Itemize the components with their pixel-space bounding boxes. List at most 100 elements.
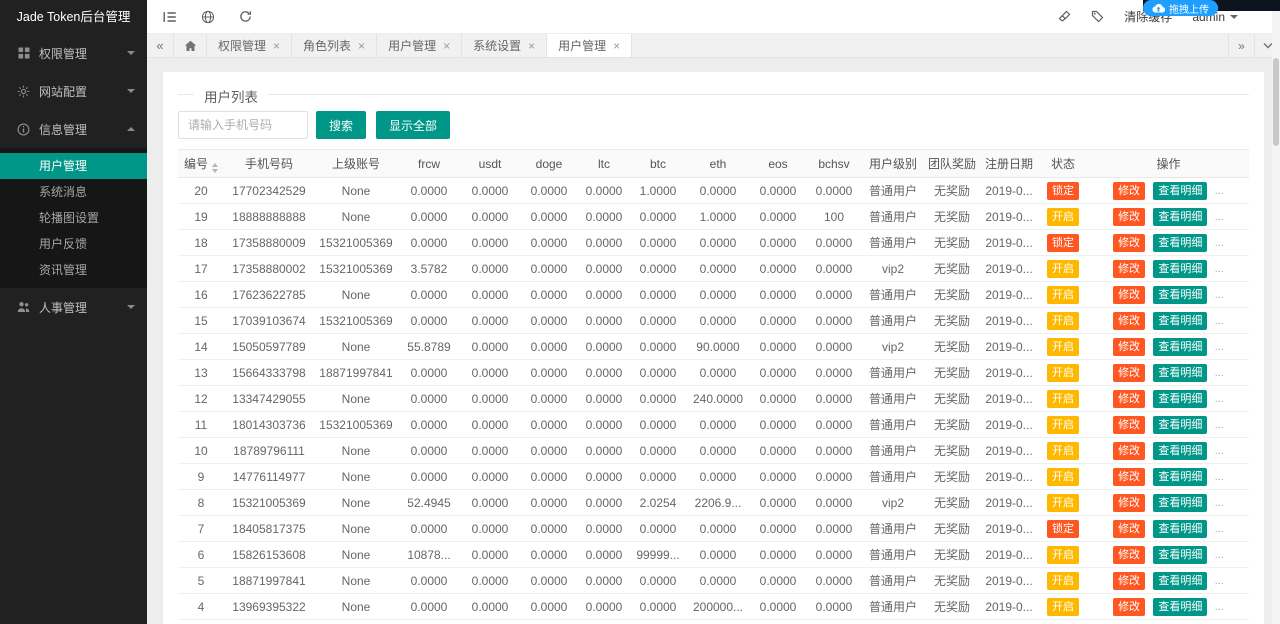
edit-button[interactable]: 修改: [1113, 520, 1145, 538]
view-detail-button[interactable]: 查看明细: [1153, 546, 1207, 564]
sort-icon[interactable]: [212, 163, 218, 173]
submenu-item-user-management[interactable]: 用户管理: [0, 153, 147, 179]
close-icon[interactable]: ×: [528, 40, 535, 52]
edit-button[interactable]: 修改: [1113, 260, 1145, 278]
status-button[interactable]: 开启: [1047, 286, 1079, 304]
tabs-scroll-left-button[interactable]: «: [147, 34, 173, 57]
status-button[interactable]: 开启: [1047, 338, 1079, 356]
status-button[interactable]: 开启: [1047, 494, 1079, 512]
view-detail-button[interactable]: 查看明细: [1153, 494, 1207, 512]
status-button[interactable]: 开启: [1047, 260, 1079, 278]
close-icon[interactable]: ×: [613, 40, 620, 52]
sidebar-item-permissions[interactable]: 权限管理: [0, 34, 147, 72]
close-icon[interactable]: ×: [273, 40, 280, 52]
show-all-button[interactable]: 显示全部: [376, 111, 450, 139]
status-button[interactable]: 开启: [1047, 468, 1079, 486]
view-detail-button[interactable]: 查看明细: [1153, 416, 1207, 434]
cell-frcw: 0.0000: [398, 204, 460, 230]
status-button[interactable]: 开启: [1047, 208, 1079, 226]
close-icon[interactable]: ×: [443, 40, 450, 52]
view-detail-button[interactable]: 查看明细: [1153, 286, 1207, 304]
cell-btc: 0.0000: [630, 360, 686, 386]
status-button[interactable]: 锁定: [1047, 234, 1079, 252]
edit-button[interactable]: 修改: [1113, 494, 1145, 512]
scrollbar-thumb[interactable]: [1273, 58, 1279, 146]
sidebar-item-info-management[interactable]: 信息管理: [0, 110, 147, 148]
edit-button[interactable]: 修改: [1113, 364, 1145, 382]
refresh-icon[interactable]: [239, 10, 252, 23]
cell-ltc: 0.0000: [578, 568, 630, 594]
cell-eth: 0.0000: [686, 178, 750, 204]
sidebar-item-site-config[interactable]: 网站配置: [0, 72, 147, 110]
cell-phone: 17702342529: [224, 178, 314, 204]
view-detail-button[interactable]: 查看明细: [1153, 338, 1207, 356]
vertical-scrollbar[interactable]: [1272, 0, 1280, 624]
edit-button[interactable]: 修改: [1113, 598, 1145, 616]
tab-role-list[interactable]: 角色列表 ×: [292, 34, 377, 57]
submenu-item-system-messages[interactable]: 系统消息: [0, 179, 147, 205]
edit-button[interactable]: 修改: [1113, 312, 1145, 330]
view-detail-button[interactable]: 查看明细: [1153, 598, 1207, 616]
view-detail-button[interactable]: 查看明细: [1153, 260, 1207, 278]
edit-button[interactable]: 修改: [1113, 572, 1145, 590]
column-header[interactable]: 编号: [178, 150, 224, 178]
close-icon[interactable]: ×: [358, 40, 365, 52]
status-button[interactable]: 开启: [1047, 598, 1079, 616]
phone-search-input[interactable]: [178, 111, 308, 139]
collapse-sidebar-icon[interactable]: [163, 11, 177, 23]
status-button[interactable]: 锁定: [1047, 520, 1079, 538]
tabs-scroll-right-button[interactable]: »: [1228, 34, 1254, 57]
view-detail-button[interactable]: 查看明细: [1153, 312, 1207, 330]
view-detail-button[interactable]: 查看明细: [1153, 520, 1207, 538]
edit-button[interactable]: 修改: [1113, 338, 1145, 356]
view-detail-button[interactable]: 查看明细: [1153, 468, 1207, 486]
sidebar-item-hr-management[interactable]: 人事管理: [0, 288, 147, 326]
tab-system-settings[interactable]: 系统设置 ×: [462, 34, 547, 57]
cell-bchsv: 100: [806, 204, 862, 230]
status-button[interactable]: 开启: [1047, 312, 1079, 330]
edit-button[interactable]: 修改: [1113, 208, 1145, 226]
cell-register-date: 2019-0...: [980, 204, 1038, 230]
view-detail-button[interactable]: 查看明细: [1153, 442, 1207, 460]
tab-permissions[interactable]: 权限管理 ×: [207, 34, 292, 57]
edit-button[interactable]: 修改: [1113, 390, 1145, 408]
cell-status: 开启: [1038, 568, 1088, 594]
edit-button[interactable]: 修改: [1113, 546, 1145, 564]
search-button[interactable]: 搜索: [316, 111, 366, 139]
edit-button[interactable]: 修改: [1113, 182, 1145, 200]
edit-button[interactable]: 修改: [1113, 416, 1145, 434]
edit-button[interactable]: 修改: [1113, 286, 1145, 304]
view-detail-button[interactable]: 查看明细: [1153, 572, 1207, 590]
view-detail-button[interactable]: 查看明细: [1153, 182, 1207, 200]
edit-button[interactable]: 修改: [1113, 234, 1145, 252]
edit-button[interactable]: 修改: [1113, 468, 1145, 486]
view-detail-button[interactable]: 查看明细: [1153, 390, 1207, 408]
tag-icon[interactable]: [1091, 10, 1104, 23]
status-button[interactable]: 开启: [1047, 442, 1079, 460]
cell-parent-account: None: [314, 568, 398, 594]
cell-actions: 修改 查看明细 ...: [1088, 464, 1249, 490]
view-detail-button[interactable]: 查看明细: [1153, 208, 1207, 226]
submenu-item-carousel-settings[interactable]: 轮播图设置: [0, 205, 147, 231]
drag-upload-button[interactable]: 拖拽上传: [1143, 0, 1218, 16]
cell-eth: 2206.9...: [686, 490, 750, 516]
edit-button[interactable]: 修改: [1113, 442, 1145, 460]
status-button[interactable]: 开启: [1047, 390, 1079, 408]
status-button[interactable]: 开启: [1047, 572, 1079, 590]
cell-user-level: 普通用户: [862, 230, 924, 256]
status-button[interactable]: 开启: [1047, 364, 1079, 382]
status-button[interactable]: 锁定: [1047, 182, 1079, 200]
grid-icon: [16, 46, 31, 60]
home-tab[interactable]: [173, 34, 207, 57]
tab-user-management-1[interactable]: 用户管理 ×: [377, 34, 462, 57]
clean-icon[interactable]: [1058, 10, 1071, 23]
submenu-item-news-management[interactable]: 资讯管理: [0, 257, 147, 283]
cell-id: 5: [178, 568, 224, 594]
view-detail-button[interactable]: 查看明细: [1153, 234, 1207, 252]
submenu-item-user-feedback[interactable]: 用户反馈: [0, 231, 147, 257]
globe-icon[interactable]: [201, 10, 215, 24]
status-button[interactable]: 开启: [1047, 416, 1079, 434]
status-button[interactable]: 开启: [1047, 546, 1079, 564]
tab-user-management-active[interactable]: 用户管理 ×: [547, 34, 632, 57]
view-detail-button[interactable]: 查看明细: [1153, 364, 1207, 382]
